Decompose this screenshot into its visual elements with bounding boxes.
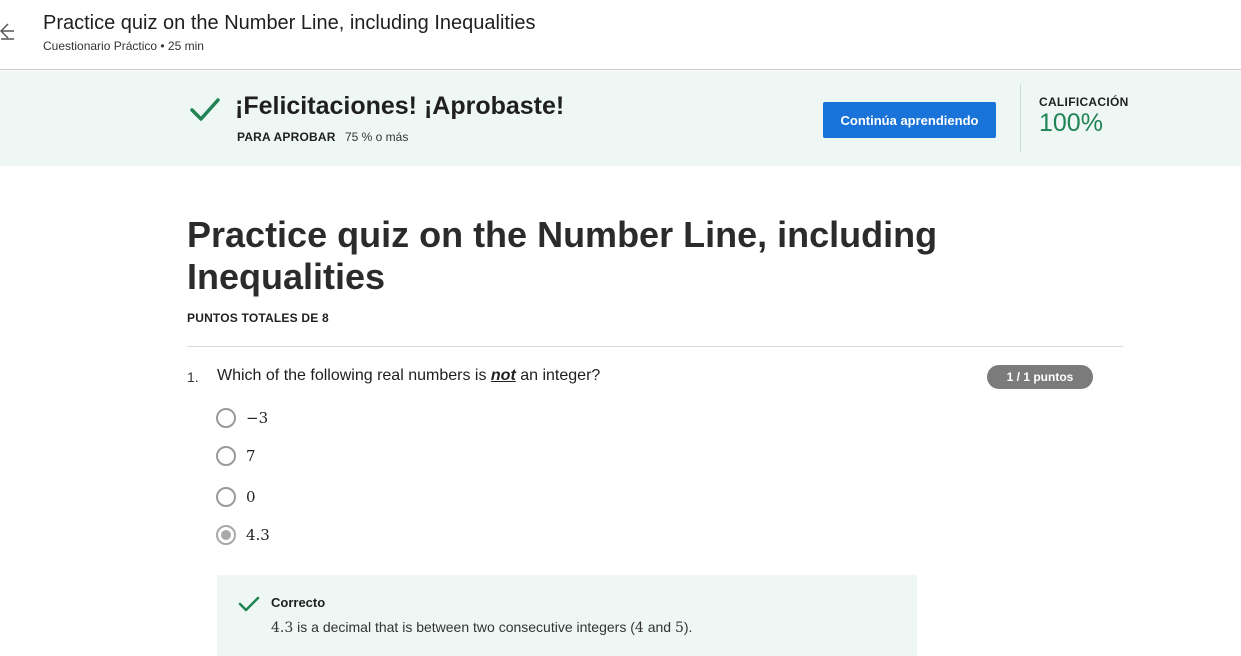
pass-requirement: PARA APROBAR 75 % o más (237, 130, 408, 144)
continue-learning-button[interactable]: Continúa aprendiendo (823, 102, 996, 138)
question-text: Which of the following real numbers is n… (217, 367, 600, 385)
feedback-value: 4.3 (271, 620, 294, 636)
result-banner: ¡Felicitaciones! ¡Aprobaste! PARA APROBA… (0, 71, 1241, 166)
question-number: 1. (187, 369, 199, 385)
check-icon (190, 98, 220, 121)
question-text-after: an integer? (515, 367, 601, 384)
feedback-text-mid: is a decimal that is between two consecu… (293, 619, 635, 635)
pass-label: PARA APROBAR (237, 130, 336, 144)
grade-label: CALIFICACIÓN (1039, 95, 1129, 109)
feedback-number-1: 4 (634, 620, 644, 636)
back-arrow-icon[interactable] (0, 18, 16, 46)
option-label: 4.3 (246, 526, 270, 544)
check-icon (238, 596, 260, 612)
answer-option-1[interactable]: −3 (216, 407, 268, 429)
radio-button-selected[interactable] (216, 525, 236, 545)
feedback-text-and: and (643, 619, 675, 635)
pass-value: 75 % o más (344, 130, 409, 144)
header-subtitle: Cuestionario Práctico • 25 min (43, 39, 204, 53)
total-points: PUNTOS TOTALES DE 8 (187, 311, 329, 325)
option-label: −3 (246, 409, 269, 427)
option-label: 0 (246, 488, 256, 506)
header-title: Practice quiz on the Number Line, includ… (43, 12, 536, 34)
radio-button[interactable] (216, 487, 236, 507)
banner-divider (1020, 84, 1021, 152)
feedback-box: Correcto 4.3 is a decimal that is betwee… (217, 575, 917, 656)
feedback-text: 4.3 is a decimal that is between two con… (271, 619, 692, 636)
top-bar: Practice quiz on the Number Line, includ… (0, 0, 1241, 70)
feedback-title: Correcto (271, 595, 326, 610)
divider (187, 346, 1123, 347)
option-label: 7 (246, 447, 256, 465)
radio-button[interactable] (216, 408, 236, 428)
answer-option-2[interactable]: 7 (216, 445, 256, 467)
question-text-emphasis: not (490, 367, 516, 384)
quiz-title: Practice quiz on the Number Line, includ… (187, 214, 938, 297)
answer-option-3[interactable]: 0 (216, 486, 256, 508)
points-badge: 1 / 1 puntos (987, 365, 1093, 389)
grade-value: 100% (1039, 109, 1103, 137)
answer-option-4[interactable]: 4.3 (216, 524, 270, 546)
question-text-before: Which of the following real numbers is (217, 367, 491, 384)
feedback-text-end: ). (683, 619, 693, 635)
radio-button[interactable] (216, 446, 236, 466)
feedback-number-2: 5 (674, 620, 684, 636)
banner-title: ¡Felicitaciones! ¡Aprobaste! (235, 92, 565, 120)
